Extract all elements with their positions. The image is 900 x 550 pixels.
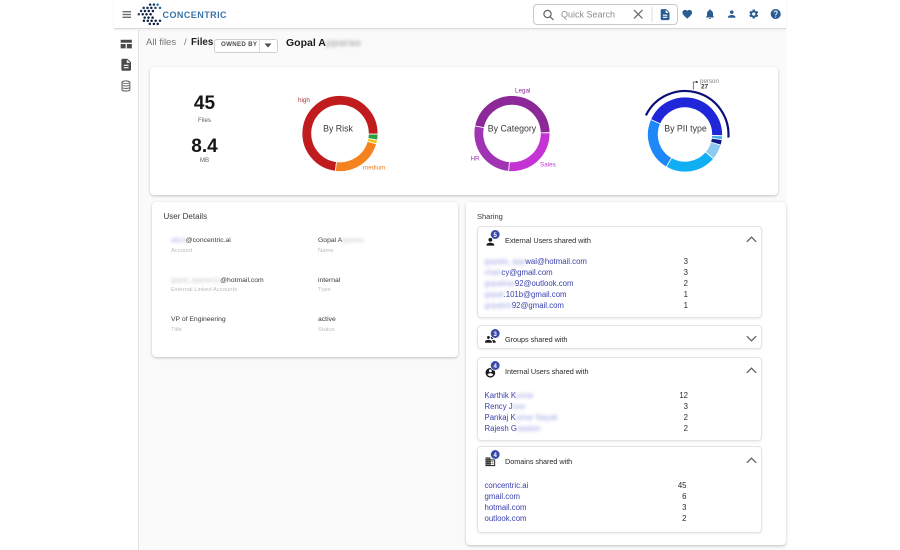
- svg-text:medium: medium: [363, 165, 385, 172]
- svg-text:HR: HR: [471, 156, 481, 163]
- svg-text:Legal: Legal: [515, 88, 530, 95]
- svg-text:By Risk: By Risk: [323, 124, 353, 134]
- svg-text:By Category: By Category: [488, 124, 537, 134]
- svg-text:CONCENTRIC: CONCENTRIC: [163, 10, 228, 20]
- svg-text:Sales: Sales: [540, 162, 556, 169]
- svg-text:high: high: [298, 97, 310, 104]
- svg-text:27: 27: [701, 84, 709, 91]
- svg-text:Quick Search: Quick Search: [561, 9, 615, 19]
- svg-text:By PII type: By PII type: [664, 123, 707, 133]
